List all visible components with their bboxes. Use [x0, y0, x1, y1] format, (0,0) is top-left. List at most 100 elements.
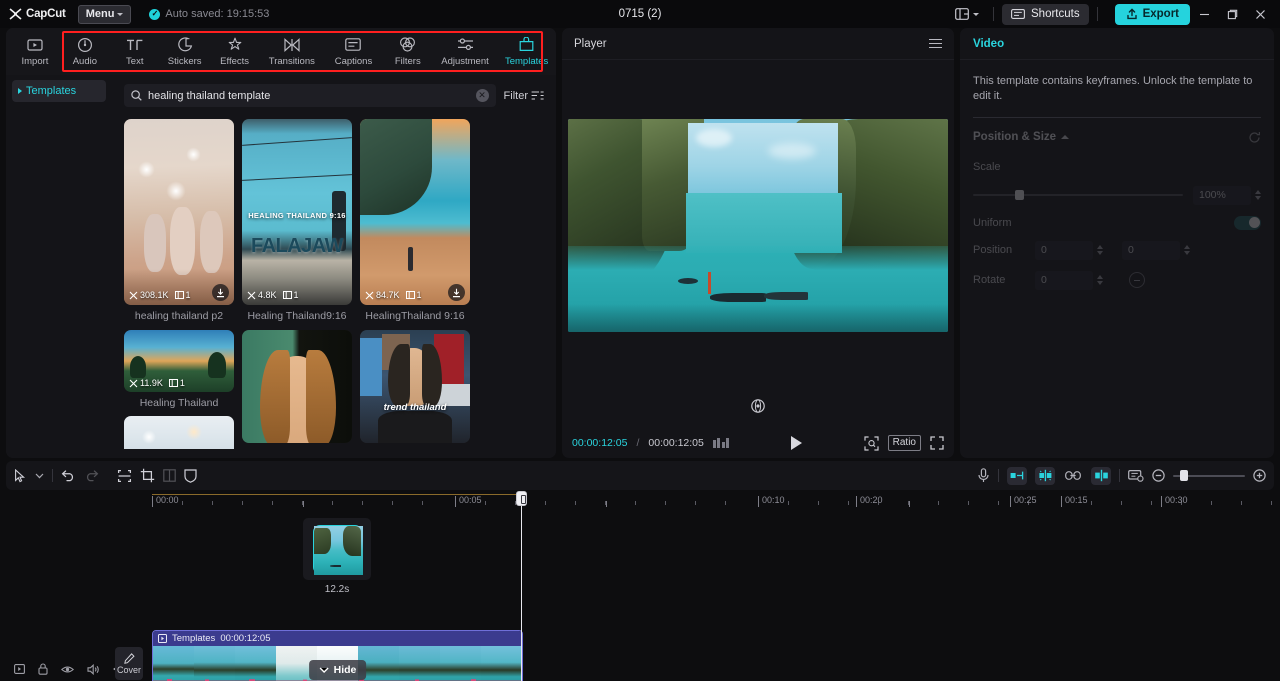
preview-frame-icon[interactable]: [1128, 469, 1144, 482]
position-y-field[interactable]: 0: [1122, 241, 1180, 260]
position-x-stepper[interactable]: [1097, 245, 1103, 255]
scale-value-field[interactable]: 100%: [1193, 186, 1251, 205]
track-header: Templates 00:00:12:05: [153, 631, 522, 646]
template-card[interactable]: HEALING THAILAND 9:16 FALAJAW 4.8K: [242, 119, 352, 322]
tab-captions[interactable]: Captions: [324, 30, 383, 73]
tab-text[interactable]: Text: [110, 30, 160, 73]
clip-preview-thumbnail[interactable]: [303, 518, 371, 580]
slider-knob[interactable]: [1015, 190, 1024, 200]
template-thumbnail[interactable]: 84.7K 1: [360, 119, 470, 305]
template-card[interactable]: [242, 330, 352, 449]
stepper-down-icon[interactable]: [1097, 281, 1103, 285]
select-arrow-icon[interactable]: [14, 469, 27, 483]
chevron-down-icon[interactable]: [35, 473, 44, 479]
cover-button[interactable]: Cover: [115, 647, 143, 680]
stepper-up-icon[interactable]: [1255, 190, 1261, 194]
quality-bars-icon[interactable]: [713, 438, 730, 448]
rotate-dial-icon[interactable]: [1129, 272, 1145, 288]
hamburger-icon[interactable]: [929, 39, 942, 49]
template-thumbnail[interactable]: 11.9K 1: [124, 330, 234, 392]
position-x-field[interactable]: 0: [1035, 241, 1093, 260]
tab-transitions[interactable]: Transitions: [260, 30, 325, 73]
menu-button[interactable]: Menu: [78, 5, 132, 24]
sidebar-item-templates[interactable]: Templates: [12, 80, 106, 102]
filter-button[interactable]: Filter: [504, 90, 546, 102]
zoom-in-icon[interactable]: [1253, 469, 1266, 482]
template-thumbnail[interactable]: [124, 416, 234, 449]
template-thumbnail[interactable]: HEALING THAILAND 9:16 FALAJAW 4.8K: [242, 119, 352, 305]
tab-import[interactable]: Import: [10, 30, 60, 73]
split-icon[interactable]: [117, 469, 132, 483]
effects-icon: [227, 36, 243, 53]
fullscreen-icon[interactable]: [930, 436, 944, 450]
mask-icon[interactable]: [184, 469, 197, 483]
uniform-toggle[interactable]: [1234, 216, 1261, 230]
tab-filters[interactable]: Filters: [383, 30, 433, 73]
playhead-handle[interactable]: [516, 491, 527, 506]
microphone-icon[interactable]: [977, 468, 990, 483]
template-card[interactable]: trend thailand: [360, 330, 470, 449]
stepper-down-icon[interactable]: [1097, 251, 1103, 255]
undo-icon[interactable]: [61, 469, 76, 482]
ratio-button[interactable]: Ratio: [888, 435, 921, 451]
template-card[interactable]: 11.9K 1 Healing Thailand: [124, 330, 234, 449]
template-card[interactable]: 308.1K 1: [124, 119, 234, 322]
rotate-value-field[interactable]: 0: [1035, 271, 1093, 290]
delete-left-icon[interactable]: [1007, 467, 1027, 485]
player-controls: 00:00:12:05 / 00:00:12:05 Ratio: [562, 428, 954, 458]
stepper-up-icon[interactable]: [1097, 275, 1103, 279]
link-icon[interactable]: [1063, 467, 1083, 485]
minimize-button[interactable]: [1190, 0, 1218, 28]
tab-adjustment[interactable]: Adjustment: [433, 30, 498, 73]
layout-switch-button[interactable]: [949, 5, 985, 23]
template-name: Healing Thailand9:16: [242, 310, 352, 322]
position-y-stepper[interactable]: [1184, 245, 1190, 255]
zoom-slider-knob[interactable]: [1180, 470, 1188, 481]
speaker-icon[interactable]: [87, 664, 100, 675]
tab-label: Templates: [505, 56, 548, 67]
stepper-down-icon[interactable]: [1255, 196, 1261, 200]
template-thumbnail[interactable]: [242, 330, 352, 443]
close-button[interactable]: [1246, 0, 1274, 28]
playhead-line: [521, 504, 522, 681]
tab-stickers[interactable]: Stickers: [160, 30, 210, 73]
template-thumbnail[interactable]: trend thailand: [360, 330, 470, 443]
hide-button[interactable]: Hide: [309, 660, 367, 680]
reset-icon[interactable]: [1248, 131, 1261, 144]
shortcuts-button[interactable]: Shortcuts: [1002, 4, 1089, 25]
crop-icon[interactable]: [140, 468, 155, 483]
zoom-out-icon[interactable]: [1152, 469, 1165, 482]
auto-snap-icon[interactable]: [1035, 467, 1055, 485]
maximize-button[interactable]: [1218, 0, 1246, 28]
clear-icon[interactable]: ✕: [476, 89, 489, 102]
timeline-zoom-slider[interactable]: [1173, 475, 1245, 477]
template-thumbnail[interactable]: 308.1K 1: [124, 119, 234, 305]
stepper-up-icon[interactable]: [1184, 245, 1190, 249]
tab-templates[interactable]: Templates: [497, 30, 556, 73]
reframe-icon[interactable]: [750, 398, 766, 414]
scale-slider[interactable]: [973, 194, 1183, 196]
download-button[interactable]: [448, 284, 465, 301]
split-center-icon[interactable]: [1091, 467, 1111, 485]
template-overlay-text: HEALING THAILAND 9:16: [242, 211, 352, 221]
tab-audio[interactable]: Audio: [60, 30, 110, 73]
stepper-up-icon[interactable]: [1097, 245, 1103, 249]
export-button[interactable]: Export: [1115, 4, 1190, 25]
stepper-down-icon[interactable]: [1184, 251, 1190, 255]
download-button[interactable]: [212, 284, 229, 301]
zoom-fit-icon[interactable]: [864, 436, 879, 451]
play-icon[interactable]: [791, 436, 802, 450]
timeline-ruler[interactable]: 00:00 00:05 00:10: [0, 490, 1280, 512]
tab-effects[interactable]: Effects: [210, 30, 260, 73]
rotate-stepper[interactable]: [1097, 275, 1103, 285]
templates-track-clip[interactable]: Templates 00:00:12:05: [152, 630, 523, 681]
lock-icon[interactable]: [38, 663, 48, 675]
search-box[interactable]: ✕: [124, 84, 496, 107]
search-input[interactable]: [148, 90, 470, 102]
template-card[interactable]: 84.7K 1: [360, 119, 470, 322]
eye-icon[interactable]: [61, 665, 74, 674]
section-header[interactable]: Position & Size: [973, 131, 1261, 144]
scale-stepper[interactable]: [1255, 190, 1261, 200]
video-preview[interactable]: [568, 119, 948, 332]
video-track-icon[interactable]: [14, 664, 25, 674]
